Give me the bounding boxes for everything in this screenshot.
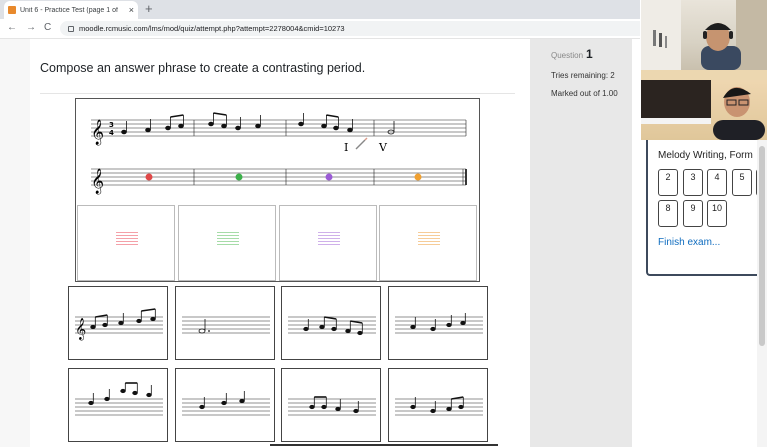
- cell-lines: [318, 232, 340, 247]
- pencil-icon: [355, 137, 368, 150]
- address-bar[interactable]: moodle.rcmusic.com/lms/mod/quiz/attempt.…: [60, 21, 640, 36]
- time-sig-top: 3: [109, 121, 114, 129]
- back-button[interactable]: ←: [7, 22, 17, 33]
- quiz-nav-button[interactable]: 8: [658, 200, 678, 227]
- cell-lines: [418, 232, 440, 247]
- quiz-nav-button[interactable]: 3: [683, 169, 703, 196]
- quiz-nav-title: Melody Writing, Form: [658, 150, 753, 161]
- video-feed-2: [641, 70, 767, 140]
- quiz-nav-button[interactable]: 5: [732, 169, 752, 196]
- treble-clef-icon-2: 𝄞: [91, 168, 104, 194]
- scroll-thumb[interactable]: [759, 146, 765, 346]
- numeral-five: V: [378, 141, 388, 154]
- new-tab-button[interactable]: +: [145, 1, 153, 16]
- quiz-nav-button[interactable]: 9: [683, 200, 703, 227]
- measure-card-8[interactable]: [388, 368, 488, 442]
- question-label: Question: [551, 51, 584, 60]
- scrollbar[interactable]: [757, 140, 767, 447]
- tab-title: Unit 6 - Practice Test (page 1 of: [20, 6, 118, 14]
- drop-target-orange[interactable]: [414, 173, 422, 181]
- measure-card-6[interactable]: [175, 368, 275, 442]
- moodle-logo-icon: [8, 6, 16, 14]
- browser-tab[interactable]: Unit 6 - Practice Test (page 1 of ×: [4, 1, 138, 19]
- browser-tab-strip: Unit 6 - Practice Test (page 1 of × +: [0, 0, 640, 19]
- finish-exam-link[interactable]: Finish exam...: [658, 237, 720, 248]
- quiz-navigation: Melody Writing, Form 2 3 4 5 8 9 10 Fini…: [646, 140, 767, 276]
- tries-remaining: Tries remaining: 2: [551, 71, 615, 80]
- measure-card-7[interactable]: [281, 368, 381, 442]
- quiz-nav-button[interactable]: 10: [707, 200, 727, 227]
- marked-out-of: Marked out of 1.00: [551, 89, 618, 98]
- video-feed-1: [641, 0, 767, 70]
- numeral-one: I: [344, 141, 348, 154]
- browser-toolbar: ← → C moodle.rcmusic.com/lms/mod/quiz/at…: [0, 19, 640, 39]
- question-text: Compose an answer phrase to create a con…: [40, 61, 366, 75]
- drop-cell-3[interactable]: [279, 205, 377, 281]
- close-tab-icon[interactable]: ×: [129, 5, 134, 15]
- measure-card-2[interactable]: [175, 286, 275, 360]
- bottom-edge-bar: [270, 444, 498, 446]
- measure-card-5[interactable]: [68, 368, 168, 442]
- question-info-panel: Question 1 Tries remaining: 2 Marked out …: [530, 39, 632, 447]
- url-text: moodle.rcmusic.com/lms/mod/quiz/attempt.…: [79, 24, 345, 33]
- question-divider: [40, 93, 515, 94]
- drop-target-green[interactable]: [235, 173, 243, 181]
- drop-target-purple[interactable]: [325, 173, 333, 181]
- measure-card-1[interactable]: 𝄞: [68, 286, 168, 360]
- measure-card-3[interactable]: [281, 286, 381, 360]
- quiz-nav-button[interactable]: 2: [658, 169, 678, 196]
- drop-target-red[interactable]: [145, 173, 153, 181]
- svg-text:𝄞: 𝄞: [75, 318, 86, 341]
- score-staves: 𝄞 3 4 I V 𝄞: [91, 112, 467, 194]
- quiz-page: Compose an answer phrase to create a con…: [0, 39, 640, 447]
- cell-lines: [217, 232, 239, 247]
- measure-card-4[interactable]: [388, 286, 488, 360]
- left-drawer-strip: [0, 39, 30, 447]
- drop-cell-4[interactable]: [379, 205, 477, 281]
- drop-cell-2[interactable]: [178, 205, 276, 281]
- time-sig-bottom: 4: [109, 129, 114, 137]
- drop-cell-1[interactable]: [77, 205, 175, 281]
- treble-clef-icon: 𝄞: [91, 119, 104, 145]
- reload-button[interactable]: C: [44, 22, 51, 33]
- lock-icon: [68, 25, 74, 32]
- quiz-nav-button[interactable]: 4: [707, 169, 727, 196]
- cell-lines: [116, 232, 138, 247]
- score-drop-area: 𝄞 3 4 I V 𝄞: [75, 98, 480, 282]
- forward-button[interactable]: →: [26, 22, 36, 33]
- question-number: 1: [586, 47, 593, 61]
